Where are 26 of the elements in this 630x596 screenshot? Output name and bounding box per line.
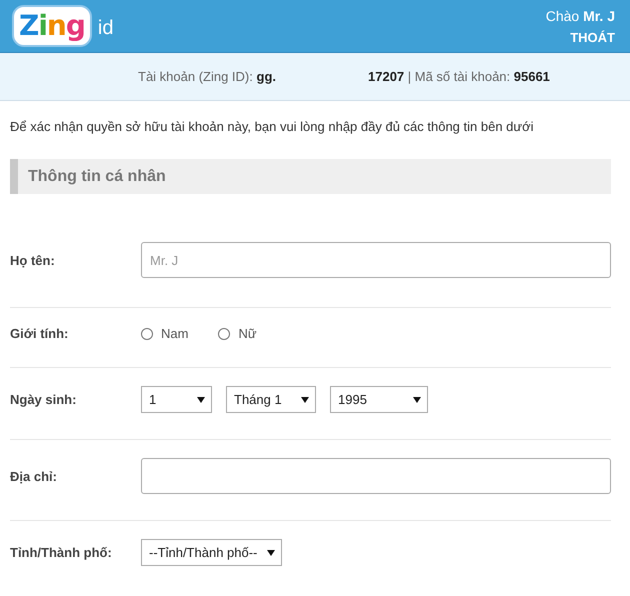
field-label: Địa chỉ: <box>10 468 58 484</box>
radio-button[interactable] <box>141 328 153 340</box>
dropdown[interactable]: --Tỉnh/Thành phố-- <box>141 539 282 566</box>
text-field[interactable]: Mr. J <box>141 242 611 278</box>
intro-text: Để xác nhận quyền sở hữu tài khoản này, bạn vui lòng nhập đầy đủ các thông tin bên dưới <box>10 119 535 134</box>
radio-label: Nam <box>161 326 188 341</box>
dropdown[interactable]: Tháng 1 <box>226 386 316 413</box>
section-heading: Thông tin cá nhân <box>10 159 611 194</box>
dropdown[interactable]: 1 <box>141 386 212 413</box>
caret-icon <box>197 396 205 402</box>
text-field[interactable] <box>141 458 611 494</box>
logo[interactable]: Zing <box>12 5 92 47</box>
caret-icon <box>301 396 309 402</box>
radio-label: Nữ <box>238 326 257 341</box>
account-id: Tài khoản (Zing ID): gg. <box>138 69 276 84</box>
caret-icon <box>413 396 421 402</box>
field-label: Họ tên: <box>10 252 56 268</box>
greeting: Chào Mr. J <box>546 8 615 24</box>
dropdown[interactable]: 1995 <box>330 386 428 413</box>
field-label: Giới tính: <box>10 326 70 341</box>
logo-suffix: id <box>98 16 114 40</box>
account-number: 17207 | Mã số tài khoản: 95661 <box>368 69 550 84</box>
radio-button[interactable] <box>218 328 230 340</box>
field-label: Ngày sinh: <box>10 392 78 407</box>
field-label: Tỉnh/Thành phố: <box>10 545 113 560</box>
caret-icon <box>267 550 275 556</box>
